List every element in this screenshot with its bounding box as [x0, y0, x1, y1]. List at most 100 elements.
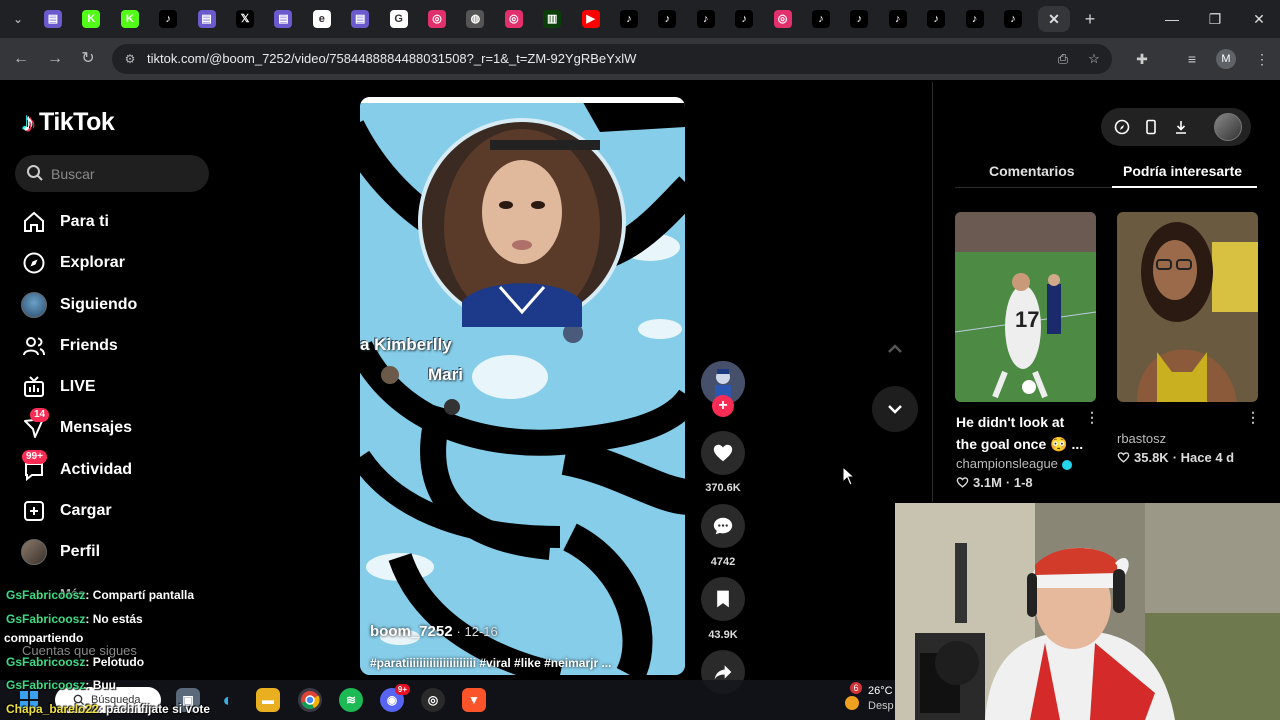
brave-icon[interactable]: ▼	[462, 688, 486, 712]
reload-button[interactable]: ↻	[78, 49, 98, 69]
browser-tabstrip: ⌄ ▤ K K ♪ ▤ 𝕏 ▤ e ▤ G ◎ ◍ ◎ ▥ ▶ ♪ ♪ ♪ ♪ ◎ ♪ ♪ ♪ ♪ ♪ ♪ ✕ + — ❐ ✕	[0, 0, 1280, 38]
close-window-button[interactable]: ✕	[1248, 8, 1270, 30]
instagram-icon[interactable]: ◎	[773, 10, 792, 28]
chat-line: Chapa_barelo22: pachi fijate si vote	[6, 702, 210, 716]
instagram-icon[interactable]: ◎	[428, 10, 446, 28]
video-author[interactable]: boom_7252 · 12-16	[370, 623, 498, 640]
tiktok-icon[interactable]: ♪	[620, 10, 638, 28]
tiktok-icon[interactable]: ♪	[927, 10, 946, 28]
chat-line: GsFabricoosz: Compartí pantalla	[6, 588, 194, 602]
url-text[interactable]: tiktok.com/@boom_7252/video/758448888448…	[147, 51, 636, 66]
chat-line: GsFabricoosz: No estás	[6, 612, 143, 626]
suggested-video-author[interactable]: rbastosz	[1117, 431, 1166, 446]
tiktok-icon[interactable]: ♪	[965, 10, 984, 28]
maximize-button[interactable]: ❐	[1204, 8, 1226, 30]
forward-button[interactable]: →	[45, 49, 65, 69]
previous-video-button[interactable]	[872, 326, 918, 372]
tiktok-icon[interactable]: ♪	[696, 10, 715, 28]
tiktok-icon[interactable]: ♪	[812, 10, 830, 28]
google-icon[interactable]: G	[389, 10, 408, 28]
tiktok-icon[interactable]: ♪	[1004, 10, 1022, 28]
nav-item-explore[interactable]: Explorar	[18, 247, 218, 279]
nav-item-messages[interactable]: 14 Mensajes	[18, 408, 218, 444]
tiktok-logo[interactable]: ♪ TikTok	[22, 106, 115, 138]
chrome-icon[interactable]	[298, 688, 322, 712]
save-button[interactable]	[701, 577, 745, 621]
follow-plus-button[interactable]: +	[712, 395, 734, 417]
youtube-icon[interactable]: ▶	[581, 10, 600, 28]
address-bar[interactable]: ⚙ tiktok.com/@boom_7252/video/7584488884…	[112, 44, 1112, 74]
kick-icon[interactable]: K	[82, 10, 101, 28]
nav-label-following: Siguiendo	[60, 296, 138, 313]
like-button[interactable]	[701, 431, 745, 475]
install-app-icon[interactable]: ⎙	[1055, 51, 1071, 67]
back-button[interactable]: ←	[11, 49, 31, 69]
video-caption[interactable]: #paratiiiiiiiiiiiiiiiiiiiii #viral #like…	[370, 656, 611, 670]
more-options-icon[interactable]: ⋮	[1085, 409, 1099, 426]
video-player[interactable]: a Kimberlly Mari boom_7252 · 12-16 #parat…	[360, 97, 685, 675]
like-count: 3.1M	[973, 475, 1002, 490]
nav-item-friends[interactable]: Friends	[18, 330, 218, 362]
new-tab-button[interactable]: +	[1080, 9, 1100, 29]
posted-date: · Hace 4 d	[1172, 450, 1235, 465]
edge-icon[interactable]: ◐	[216, 688, 240, 712]
suggested-video-thumbnail[interactable]	[1117, 212, 1258, 402]
instagram-icon[interactable]: ◎	[504, 10, 523, 28]
comment-icon	[713, 517, 733, 535]
chart-icon[interactable]: ▥	[543, 10, 562, 28]
share-icon	[714, 665, 732, 680]
suggested-video-thumbnail[interactable]: 17	[955, 212, 1096, 402]
logo-text: TikTok	[39, 107, 115, 136]
author-name[interactable]: championsleague	[956, 456, 1058, 471]
search-input[interactable]	[51, 164, 201, 184]
tiktok-icon[interactable]: ♪	[850, 10, 869, 28]
menu-icon[interactable]: ⋮	[1252, 49, 1272, 69]
profile-avatar[interactable]: M	[1216, 49, 1236, 69]
globe-icon[interactable]: ◍	[466, 10, 485, 28]
extensions-icon[interactable]: ✚	[1132, 49, 1152, 69]
user-avatar[interactable]	[1214, 113, 1242, 141]
doc-icon[interactable]: ▤	[44, 10, 62, 28]
media-controls-icon[interactable]: ≡	[1182, 49, 1202, 69]
active-tab-close-icon[interactable]: ✕	[1038, 6, 1070, 32]
download-icon[interactable]	[1172, 118, 1190, 136]
bookmark-icon	[717, 590, 729, 608]
nav-item-live[interactable]: LIVE	[18, 371, 218, 403]
search-box[interactable]	[15, 155, 209, 192]
svg-text:17: 17	[1015, 307, 1039, 332]
x-icon[interactable]: 𝕏	[236, 10, 254, 28]
spotify-icon[interactable]: ≋	[339, 688, 363, 712]
nav-item-profile[interactable]: Perfil	[18, 536, 218, 568]
suggested-video-author[interactable]: championsleague	[956, 456, 1072, 471]
suggested-video-title[interactable]: He didn't look at the goal once 😳 ...	[956, 411, 1086, 455]
obs-icon[interactable]: ◎	[421, 688, 445, 712]
bookmark-star-icon[interactable]: ☆	[1086, 51, 1102, 67]
minimize-button[interactable]: —	[1161, 8, 1183, 30]
more-options-icon[interactable]: ⋮	[1246, 409, 1260, 426]
tiktok-icon[interactable]: ♪	[735, 10, 754, 28]
tiktok-icon[interactable]: ♪	[888, 10, 907, 28]
nav-item-following[interactable]: Siguiendo	[18, 289, 218, 321]
doc-icon[interactable]: ▤	[197, 10, 216, 28]
device-icon[interactable]	[1142, 118, 1160, 136]
coin-icon[interactable]	[1113, 118, 1131, 136]
video-username[interactable]: boom_7252	[370, 623, 453, 640]
site-info-icon[interactable]: ⚙	[122, 51, 138, 67]
file-explorer-icon[interactable]: ▬	[256, 688, 280, 712]
tiktok-icon[interactable]: ♪	[159, 10, 178, 28]
tab-suggested[interactable]: Podría interesarte	[1123, 163, 1242, 179]
tab-search-dropdown-icon[interactable]: ⌄	[8, 9, 28, 29]
kick-icon[interactable]: K	[120, 10, 139, 28]
nav-item-activity[interactable]: 99+ Actividad	[18, 450, 218, 486]
discord-icon[interactable]: ◉ 9+	[380, 684, 410, 712]
nav-item-home[interactable]: Para ti	[18, 206, 218, 238]
next-video-button[interactable]	[872, 386, 918, 432]
tab-comments[interactable]: Comentarios	[989, 163, 1075, 179]
doc-icon[interactable]: ▤	[351, 10, 370, 28]
tiktok-icon[interactable]: ♪	[658, 10, 677, 28]
nav-item-upload[interactable]: Cargar	[18, 495, 218, 527]
weather-widget[interactable]: 6 26°C Desp	[838, 681, 895, 719]
doc-icon[interactable]: ▤	[274, 10, 293, 28]
e-icon[interactable]: e	[312, 10, 331, 28]
comment-button[interactable]	[701, 504, 745, 548]
